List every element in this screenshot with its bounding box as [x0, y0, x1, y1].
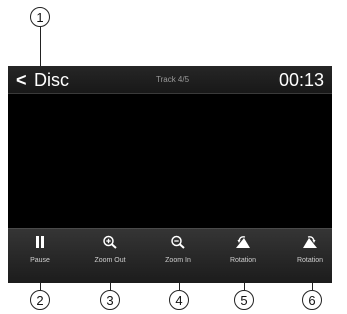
header-bar: < Disc Track 4/5 00:13 — [8, 66, 332, 94]
track-indicator: Track 4/5 — [156, 75, 190, 84]
callout-1: 1 — [30, 7, 50, 27]
rotate-left-label: Rotation — [229, 257, 257, 264]
rotate-right-icon — [303, 236, 317, 248]
playback-time: 00:13 — [278, 70, 324, 90]
control-bar: Pause Zoom Out Zoom In Rotation Rotation — [8, 228, 332, 283]
callout-5: 5 — [234, 290, 254, 310]
zoom-out-button[interactable]: Zoom Out — [78, 229, 142, 283]
pause-label: Pause — [30, 257, 50, 264]
callout-2: 2 — [30, 290, 50, 310]
callout-3: 3 — [100, 290, 120, 310]
zoom-in-icon — [171, 235, 185, 249]
pause-icon — [36, 236, 44, 248]
callout-6: 6 — [302, 290, 322, 310]
zoom-in-button[interactable]: Zoom In — [146, 229, 210, 283]
zoom-in-label: Zoom In — [165, 257, 191, 264]
zoom-out-label: Zoom Out — [94, 257, 126, 264]
rotate-right-label: Rotation — [296, 257, 324, 264]
back-button[interactable]: < — [16, 70, 27, 90]
callout-4: 4 — [169, 290, 189, 310]
zoom-out-icon — [103, 235, 117, 249]
player-screen: < Disc Track 4/5 00:13 Pause Zoom Out Zo… — [8, 66, 332, 283]
pause-button[interactable]: Pause — [8, 229, 72, 283]
rotate-left-icon — [236, 236, 250, 248]
rotate-left-button[interactable]: Rotation — [211, 229, 275, 283]
source-title: Disc — [34, 70, 69, 90]
rotate-right-button[interactable]: Rotation — [278, 229, 332, 283]
